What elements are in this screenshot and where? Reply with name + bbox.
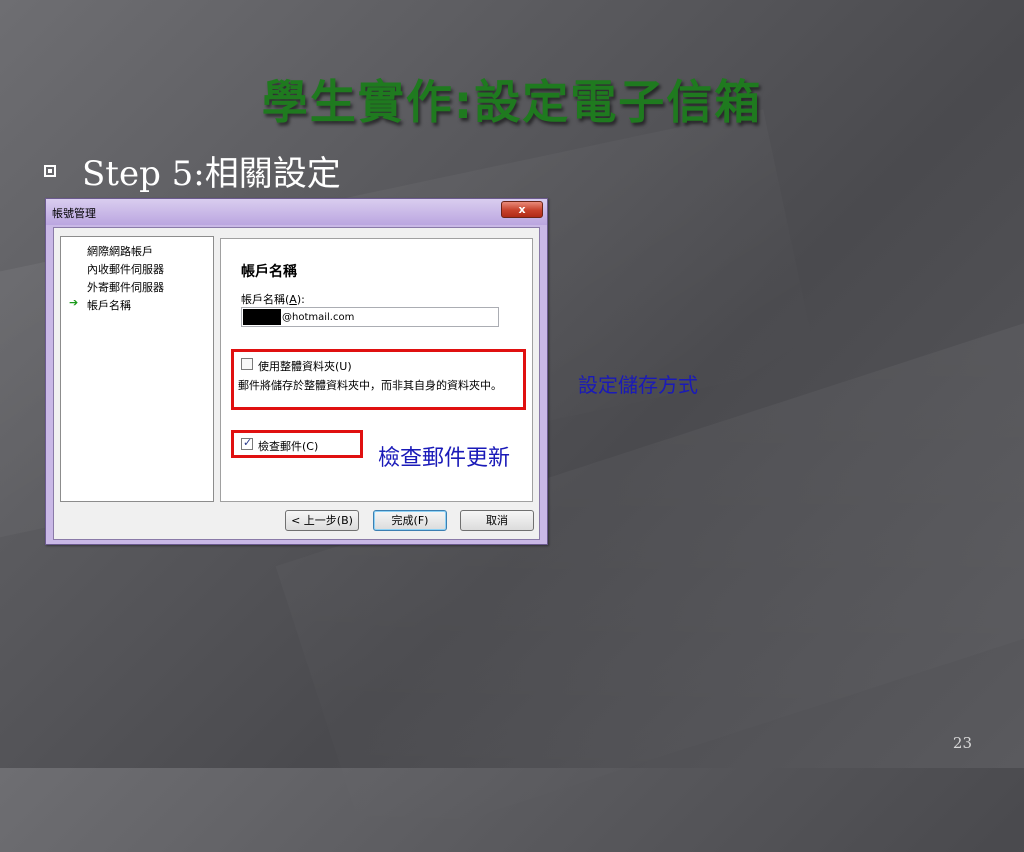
page-number: 23: [952, 734, 972, 752]
active-arrow-icon: ➔: [69, 296, 79, 309]
account-name-value: @hotmail.com: [282, 312, 355, 323]
settings-nav-list: 網際網路帳戶 內收郵件伺服器 外寄郵件伺服器 ➔ 帳戶名稱: [60, 236, 214, 502]
step-text: Step 5:相關設定: [82, 154, 341, 194]
check-mail-annotation: 檢查郵件更新: [378, 446, 511, 471]
nav-item-outgoing-server[interactable]: 外寄郵件伺服器: [87, 279, 164, 295]
step-bullet: Step 5:相關設定: [44, 146, 341, 195]
check-mail-label: 檢查郵件(C): [258, 440, 319, 453]
nav-item-internet-account[interactable]: 網際網路帳戶: [87, 243, 153, 259]
redacted-username: [243, 309, 281, 325]
cancel-button[interactable]: 取消: [460, 510, 534, 531]
use-folder-label: 使用整體資料夾(U): [258, 360, 352, 373]
dialog-titlebar[interactable]: 帳號管理 x: [46, 199, 547, 225]
use-folder-checkbox[interactable]: [241, 358, 253, 370]
account-management-dialog: 帳號管理 x 網際網路帳戶 內收郵件伺服器 外寄郵件伺服器 ➔ 帳戶名稱 帳戶名…: [45, 198, 548, 545]
slide-title: 學生實作:設定電子信箱: [261, 75, 763, 129]
account-name-label: 帳戶名稱(A):: [241, 293, 305, 306]
panel-heading: 帳戶名稱: [241, 264, 297, 280]
close-button[interactable]: x: [501, 201, 543, 218]
back-button[interactable]: < 上一步(B): [285, 510, 359, 531]
nav-item-account-name[interactable]: 帳戶名稱: [87, 297, 131, 313]
storage-annotation: 設定儲存方式: [578, 373, 698, 397]
dialog-client-area: 網際網路帳戶 內收郵件伺服器 外寄郵件伺服器 ➔ 帳戶名稱 帳戶名稱 帳戶名稱(…: [53, 227, 540, 540]
close-icon: x: [518, 203, 526, 216]
check-mail-checkbox[interactable]: [241, 436, 253, 450]
nav-item-incoming-server[interactable]: 內收郵件伺服器: [87, 261, 164, 277]
use-folder-description: 郵件將儲存於整體資料夾中，而非其自身的資料夾中。: [238, 379, 502, 392]
finish-button[interactable]: 完成(F): [373, 510, 447, 531]
dialog-title: 帳號管理: [52, 207, 96, 220]
square-bullet-icon: [44, 164, 56, 177]
